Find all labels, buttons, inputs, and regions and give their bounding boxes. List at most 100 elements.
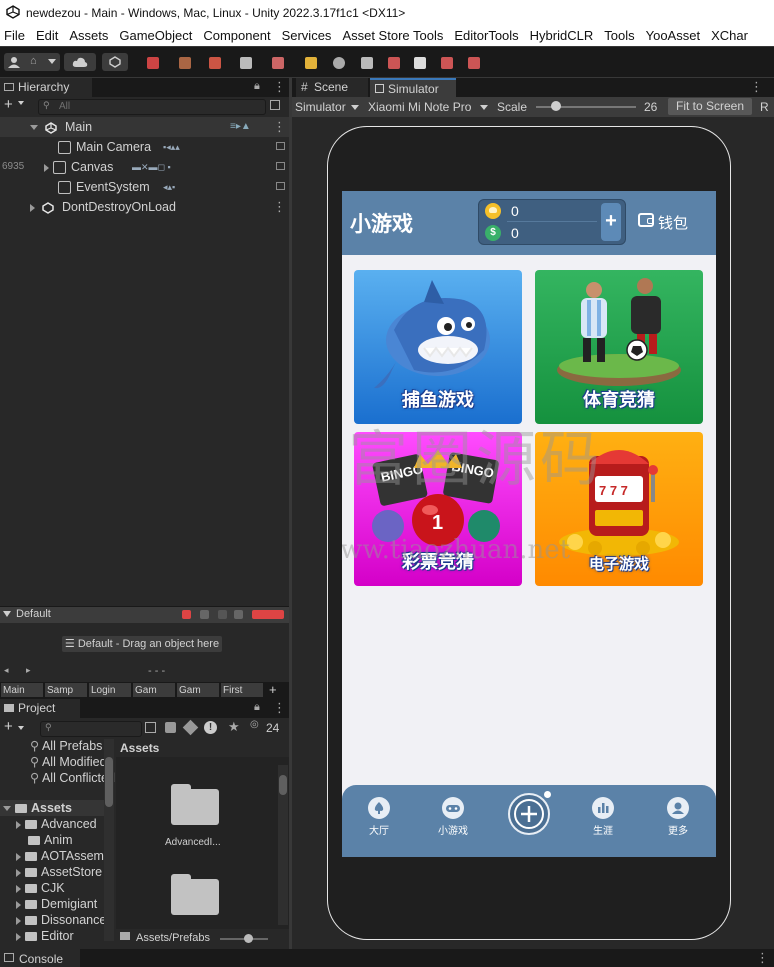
assets-root[interactable]: Assets <box>0 800 104 816</box>
collab-button[interactable] <box>102 53 128 71</box>
folder-icon[interactable] <box>171 874 219 915</box>
grid-scrollbar[interactable] <box>278 765 288 925</box>
scene-tab[interactable]: Login <box>89 683 131 697</box>
menu-assets[interactable]: Assets <box>65 26 115 46</box>
more-options-icon[interactable]: ⋮ <box>273 117 286 137</box>
folder-editor[interactable]: Editor <box>16 928 74 944</box>
wallet-icon[interactable] <box>638 213 654 227</box>
wallet-button[interactable]: 钱包 <box>658 212 688 233</box>
tab-project[interactable]: Project <box>0 699 80 718</box>
expand-arrow-icon[interactable] <box>3 806 11 812</box>
game-card-fishing[interactable]: 捕鱼游戏 <box>354 270 522 424</box>
nav-career[interactable]: 生涯 <box>578 797 628 837</box>
folder-demigiant[interactable]: Demigiant <box>16 896 97 912</box>
add-icon[interactable]: + <box>4 718 13 735</box>
nav-minigames[interactable]: 小游戏 <box>428 797 478 837</box>
hierarchy-item-eventsystem[interactable]: EventSystem ◂▴▪ <box>0 177 289 197</box>
account-dropdown[interactable]: ⌂ <box>4 53 60 71</box>
menu-edit[interactable]: Edit <box>32 26 65 46</box>
hidden-eye-icon[interactable]: ◎ <box>250 719 259 730</box>
menu-hybridclr[interactable]: HybridCLR <box>526 26 601 46</box>
menu-file[interactable]: File <box>0 26 32 46</box>
more-options-icon[interactable]: ⋮ <box>273 700 286 716</box>
filter-type-icon[interactable] <box>165 722 176 733</box>
grid-breadcrumb[interactable]: Assets <box>120 741 159 755</box>
tool-icon-1[interactable] <box>147 57 159 69</box>
folder-assetstore[interactable]: AssetStore <box>16 864 102 880</box>
folder-advanced[interactable]: Advanced <box>16 816 97 832</box>
star-icon[interactable]: ★ <box>228 719 240 735</box>
zoom-slider-handle[interactable] <box>244 934 253 943</box>
menu-tools[interactable]: Tools <box>600 26 641 46</box>
chevron-down-icon[interactable] <box>18 726 24 730</box>
center-action-button[interactable] <box>508 791 551 835</box>
chevron-down-icon[interactable] <box>480 105 488 110</box>
scene-tab[interactable]: Gam <box>177 683 219 697</box>
scene-row-dontdestroy[interactable]: DontDestroyOnLoad ⋮ <box>0 197 289 217</box>
simulator-mode-dropdown[interactable]: Simulator <box>295 100 346 114</box>
folder-dissonance[interactable]: Dissonance <box>16 912 106 928</box>
record-icon[interactable] <box>182 610 191 619</box>
folder-tool-icon[interactable] <box>305 57 317 69</box>
tab-hierarchy[interactable]: Hierarchy <box>0 78 92 97</box>
keyframe-icon[interactable] <box>200 610 209 619</box>
tool-icon-4[interactable] <box>240 57 252 69</box>
menu-services[interactable]: Services <box>278 26 339 46</box>
favorite-all-modified[interactable]: ⚲ All Modified <box>30 754 107 770</box>
prev-arrow-icon[interactable]: ◂ <box>4 665 9 676</box>
collapse-arrow-icon[interactable] <box>16 932 21 941</box>
nav-lobby[interactable]: 大厅 <box>354 797 404 837</box>
grid-icon[interactable] <box>218 610 227 619</box>
chevron-down-icon[interactable] <box>3 611 11 617</box>
tool-icon-7[interactable] <box>441 57 453 69</box>
tool-icon-2[interactable] <box>179 57 191 69</box>
warning-icon[interactable] <box>414 57 426 69</box>
collapse-arrow-icon[interactable] <box>44 163 49 172</box>
folder-cjk[interactable]: CJK <box>16 880 65 896</box>
add-balance-button[interactable]: + <box>601 203 621 241</box>
add-icon[interactable]: + <box>4 96 13 113</box>
menu-component[interactable]: Component <box>199 26 277 46</box>
hierarchy-item-canvas[interactable]: 6935 Canvas ▬✕▬◻ ▪ <box>0 157 289 177</box>
search-by-type-icon[interactable] <box>145 722 156 733</box>
hierarchy-search-input[interactable]: ⚲ All <box>38 99 266 115</box>
wrench-icon[interactable] <box>361 57 373 69</box>
collapse-arrow-icon[interactable] <box>30 203 35 212</box>
collapse-arrow-icon[interactable] <box>16 900 21 909</box>
scene-tab[interactable]: First <box>221 683 263 697</box>
favorite-all-conflicted[interactable]: ⚲ All Conflicted <box>30 770 115 786</box>
project-search-input[interactable]: ⚲ <box>40 721 142 737</box>
collapse-arrow-icon[interactable] <box>16 884 21 893</box>
expand-arrow-icon[interactable] <box>30 125 38 131</box>
collapse-arrow-icon[interactable] <box>16 868 21 877</box>
tool-icon-8[interactable] <box>468 57 480 69</box>
collapse-arrow-icon[interactable] <box>16 916 21 925</box>
lock-icon[interactable]: 🔒︎ <box>254 701 260 714</box>
chevron-down-icon[interactable] <box>18 101 24 105</box>
rotate-button[interactable]: R <box>760 100 769 114</box>
scale-slider-handle[interactable] <box>551 101 561 111</box>
tool-icon-5[interactable] <box>272 57 284 69</box>
favorite-all-prefabs[interactable]: ⚲ All Prefabs <box>30 738 102 754</box>
menu-xchar[interactable]: XChar <box>707 26 755 46</box>
gear-icon[interactable] <box>234 610 243 619</box>
next-arrow-icon[interactable]: ▸ <box>26 665 31 676</box>
menu-gameobject[interactable]: GameObject <box>115 26 199 46</box>
more-options-icon[interactable]: ⋮ <box>273 79 286 95</box>
folder-anim[interactable]: Anim <box>28 832 72 848</box>
tree-scrollbar[interactable] <box>104 739 114 941</box>
device-dropdown[interactable]: Xiaomi Mi Note Pro <box>368 100 471 114</box>
tool-icon-3[interactable] <box>209 57 221 69</box>
chevron-down-icon[interactable] <box>351 105 359 110</box>
menu-editortools[interactable]: EditorTools <box>450 26 525 46</box>
warning-filter-icon[interactable]: ! <box>204 721 217 734</box>
scene-visibility-icon[interactable] <box>270 100 280 110</box>
cloud-button[interactable] <box>64 53 96 71</box>
drop-target-box[interactable]: ☰ Default - Drag an object here <box>62 636 222 652</box>
scene-row-main[interactable]: Main ≡▸▲ ⋮ <box>0 117 289 137</box>
label-icon[interactable] <box>182 719 199 736</box>
game-card-sports[interactable]: 体育竞猜 <box>535 270 703 424</box>
hierarchy-item-main-camera[interactable]: Main Camera ▪◂▴▴ <box>0 137 289 157</box>
add-icon[interactable]: + <box>269 682 277 698</box>
more-options-icon[interactable]: ⋮ <box>273 197 286 217</box>
